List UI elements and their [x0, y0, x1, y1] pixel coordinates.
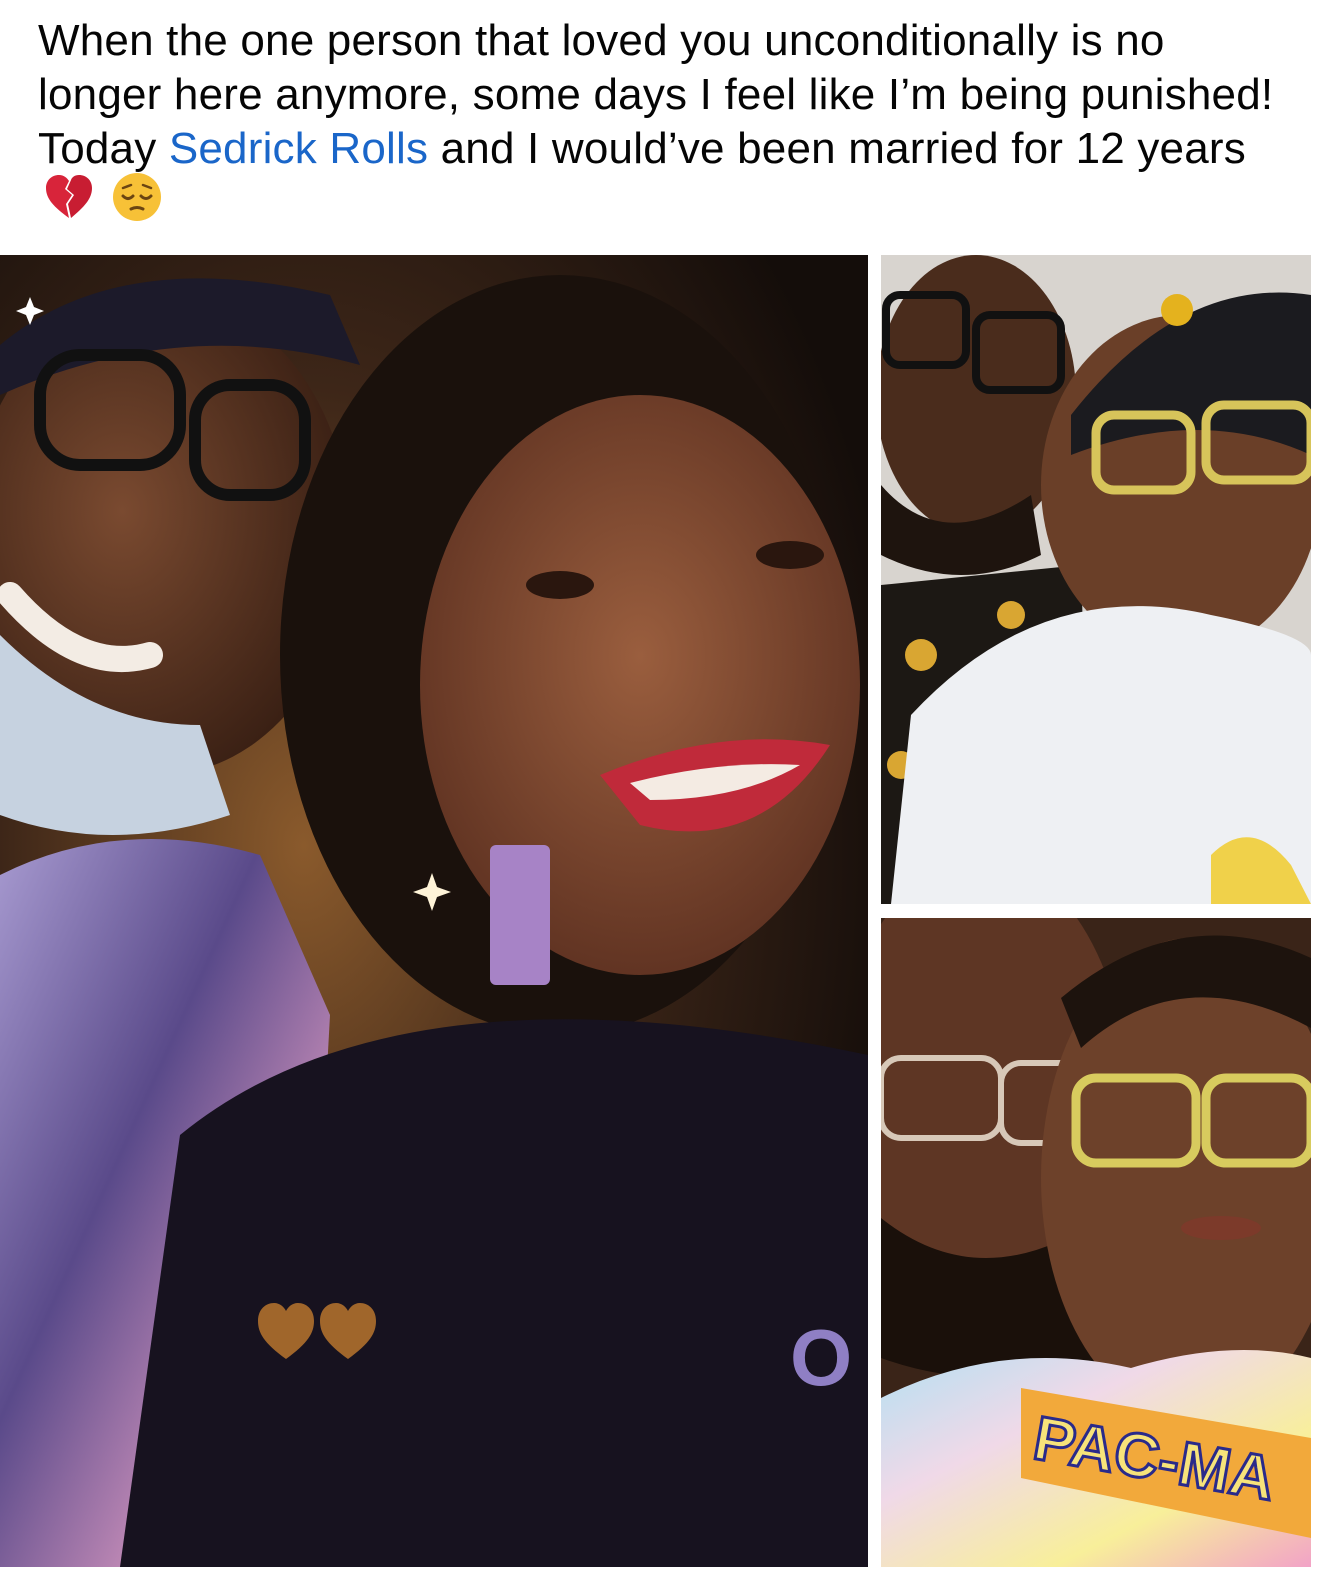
- broken-heart-icon: [44, 174, 94, 233]
- brown-hearts-icon: [258, 1303, 376, 1359]
- post-text: When the one person that loved you uncon…: [38, 14, 1298, 239]
- facebook-post: When the one person that loved you uncon…: [0, 0, 1320, 1579]
- pensive-face-icon: [112, 172, 162, 235]
- mention-link[interactable]: Sedrick Rolls: [169, 124, 428, 173]
- post-text-outro: and I would’ve been married for 12 years: [428, 124, 1246, 173]
- top-right-selfie-photo[interactable]: [881, 255, 1311, 904]
- bottom-right-selfie-photo[interactable]: PAC-MA: [881, 918, 1311, 1567]
- svg-text:O: O: [790, 1313, 852, 1402]
- main-selfie-photo[interactable]: O: [0, 255, 868, 1567]
